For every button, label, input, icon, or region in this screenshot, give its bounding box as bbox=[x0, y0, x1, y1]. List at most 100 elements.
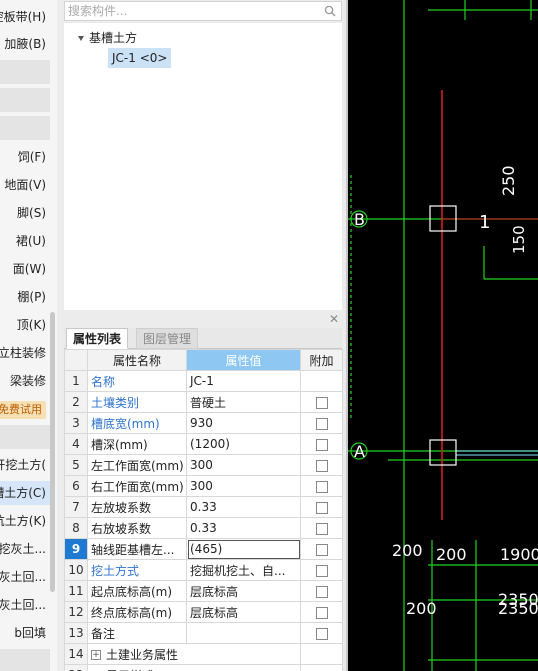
row-number[interactable]: 4 bbox=[64, 433, 88, 455]
sidebar-item-label: 加腋(B) bbox=[4, 37, 46, 51]
sidebar-item[interactable]: 坑灰土回... bbox=[0, 593, 50, 617]
search-box[interactable] bbox=[64, 1, 342, 21]
sidebar-item[interactable]: 地面(V) bbox=[0, 173, 50, 197]
sidebar-item[interactable]: 腔板带(H) bbox=[0, 5, 50, 29]
collapse-caret-icon[interactable] bbox=[78, 36, 84, 41]
sidebar-item[interactable]: 面(W) bbox=[0, 257, 50, 281]
row-number[interactable]: 6 bbox=[64, 475, 88, 497]
row-number[interactable]: 14 bbox=[64, 643, 88, 665]
sidebar-item[interactable]: 槽土方(C) bbox=[0, 481, 50, 505]
row-number[interactable]: 9 bbox=[64, 538, 88, 560]
sidebar-item[interactable]: 坑土方(K) bbox=[0, 509, 50, 533]
tab-property-list[interactable]: 属性列表 bbox=[66, 328, 129, 349]
property-row[interactable]: 10 挖土方式 挖掘机挖土、自... bbox=[64, 559, 343, 581]
sidebar-item[interactable]: 梁装修 bbox=[0, 369, 50, 393]
sidebar-item[interactable]: 开挖土方( bbox=[0, 453, 50, 477]
add-checkbox[interactable] bbox=[315, 480, 328, 493]
search-icon[interactable] bbox=[324, 5, 336, 17]
row-number[interactable]: 5 bbox=[64, 454, 88, 476]
sidebar-item[interactable]: 槽灰土回... bbox=[0, 565, 50, 589]
property-value[interactable]: 挖掘机挖土、自... bbox=[186, 559, 301, 581]
property-group-name[interactable]: +显示样式 bbox=[87, 664, 301, 671]
sidebar-item[interactable]: 饲(F) bbox=[0, 145, 50, 169]
dimension-label: 200 bbox=[392, 541, 423, 560]
add-cell bbox=[300, 496, 343, 518]
tree-item-jc1[interactable]: JC-1 <0> bbox=[108, 48, 172, 68]
property-value[interactable]: 300 bbox=[186, 475, 301, 497]
property-value[interactable] bbox=[186, 622, 301, 644]
property-row[interactable]: 5 左工作面宽(mm) 300 bbox=[64, 454, 343, 476]
row-number[interactable]: 7 bbox=[64, 496, 88, 518]
property-group-name[interactable]: + 土建业务属性 bbox=[87, 643, 301, 665]
tree-group-trench-earthwork[interactable]: 基槽土方 bbox=[78, 29, 137, 47]
add-checkbox[interactable] bbox=[315, 438, 328, 451]
row-number[interactable]: 8 bbox=[64, 517, 88, 539]
row-number[interactable]: 22 bbox=[64, 664, 88, 671]
property-row[interactable]: 7 左放坡系数 0.33 bbox=[64, 496, 343, 518]
sidebar-item[interactable]: 棚(P) bbox=[0, 285, 50, 309]
add-checkbox[interactable] bbox=[315, 564, 328, 577]
add-checkbox[interactable] bbox=[315, 543, 328, 556]
add-checkbox[interactable] bbox=[315, 417, 328, 430]
property-row[interactable]: 14 + 土建业务属性 bbox=[64, 643, 343, 665]
property-row[interactable]: 4 槽深(mm) (1200) bbox=[64, 433, 343, 455]
property-value[interactable]: 0.33 bbox=[186, 517, 301, 539]
sidebar-separator bbox=[0, 116, 50, 140]
column-box-a[interactable] bbox=[429, 439, 457, 466]
sidebar-item[interactable]: 免费试用 bbox=[0, 397, 50, 421]
properties-tabs: 属性列表 图层管理 bbox=[64, 328, 342, 349]
add-checkbox[interactable] bbox=[315, 606, 328, 619]
column-header-name[interactable]: 属性名称 bbox=[87, 349, 187, 371]
drawing-svg: 250 150 B A 1 200 200 1900 200 2350 2350 bbox=[348, 0, 538, 671]
add-checkbox[interactable] bbox=[315, 585, 328, 598]
sidebar-item[interactable]: b回填 bbox=[0, 621, 50, 645]
property-row[interactable]: 6 右工作面宽(mm) 300 bbox=[64, 475, 343, 497]
property-row[interactable]: 12 终点底标高(m) 层底标高 bbox=[64, 601, 343, 623]
sidebar-item[interactable]: 加腋(B) bbox=[0, 32, 50, 56]
expand-plus-icon[interactable]: + bbox=[91, 650, 101, 660]
sidebar-scrollbar[interactable] bbox=[50, 312, 55, 592]
sidebar-item[interactable]: 裙(U) bbox=[0, 229, 50, 253]
row-number[interactable]: 10 bbox=[64, 559, 88, 581]
property-value[interactable]: (1200) bbox=[186, 433, 301, 455]
sidebar-item[interactable]: 立柱装修 bbox=[0, 341, 50, 365]
property-row[interactable]: 3 槽底宽(mm) 930 bbox=[64, 412, 343, 434]
property-value[interactable]: 0.33 bbox=[186, 496, 301, 518]
column-header-add[interactable]: 附加 bbox=[300, 349, 343, 371]
property-row[interactable]: 9 轴线距基槽左... (465) bbox=[64, 538, 343, 560]
add-checkbox[interactable] bbox=[315, 459, 328, 472]
drawing-canvas[interactable]: 250 150 B A 1 200 200 1900 200 2350 2350 bbox=[348, 0, 538, 671]
column-header-value[interactable]: 属性值 bbox=[186, 349, 301, 371]
row-number[interactable]: 11 bbox=[64, 580, 88, 602]
sidebar-item[interactable]: 脚(S) bbox=[0, 201, 50, 225]
property-value[interactable]: (465) bbox=[186, 538, 301, 560]
green-linework bbox=[348, 0, 538, 671]
property-row[interactable]: 2 土壤类别 普硬土 bbox=[64, 391, 343, 413]
property-value[interactable]: 930 bbox=[186, 412, 301, 434]
property-row[interactable]: 8 右放坡系数 0.33 bbox=[64, 517, 343, 539]
property-value[interactable]: 300 bbox=[186, 454, 301, 476]
property-value[interactable]: 普硬土 bbox=[186, 391, 301, 413]
add-checkbox[interactable] bbox=[315, 396, 328, 409]
sidebar-item[interactable]: 开挖灰土... bbox=[0, 537, 50, 561]
property-value[interactable]: 层底标高 bbox=[186, 601, 301, 623]
property-row[interactable]: 1 名称 JC-1 bbox=[64, 370, 343, 392]
search-input[interactable] bbox=[68, 3, 308, 19]
row-number[interactable]: 2 bbox=[64, 391, 88, 413]
close-icon[interactable]: ✕ bbox=[329, 312, 339, 326]
sidebar-item-label: 坑灰土回... bbox=[0, 598, 46, 612]
add-checkbox[interactable] bbox=[315, 501, 328, 514]
tab-layer-management[interactable]: 图层管理 bbox=[136, 328, 199, 349]
property-row[interactable]: 13 备注 bbox=[64, 622, 343, 644]
row-number[interactable]: 13 bbox=[64, 622, 88, 644]
property-value[interactable]: 层底标高 bbox=[186, 580, 301, 602]
property-value[interactable]: JC-1 bbox=[186, 370, 301, 392]
property-row[interactable]: 11 起点底标高(m) 层底标高 bbox=[64, 580, 343, 602]
row-number[interactable]: 1 bbox=[64, 370, 88, 392]
add-checkbox[interactable] bbox=[315, 522, 328, 535]
add-checkbox[interactable] bbox=[315, 627, 328, 640]
row-number[interactable]: 12 bbox=[64, 601, 88, 623]
sidebar-item[interactable]: 顶(K) bbox=[0, 313, 50, 337]
property-row[interactable]: 22+显示样式 bbox=[64, 664, 343, 671]
row-number[interactable]: 3 bbox=[64, 412, 88, 434]
